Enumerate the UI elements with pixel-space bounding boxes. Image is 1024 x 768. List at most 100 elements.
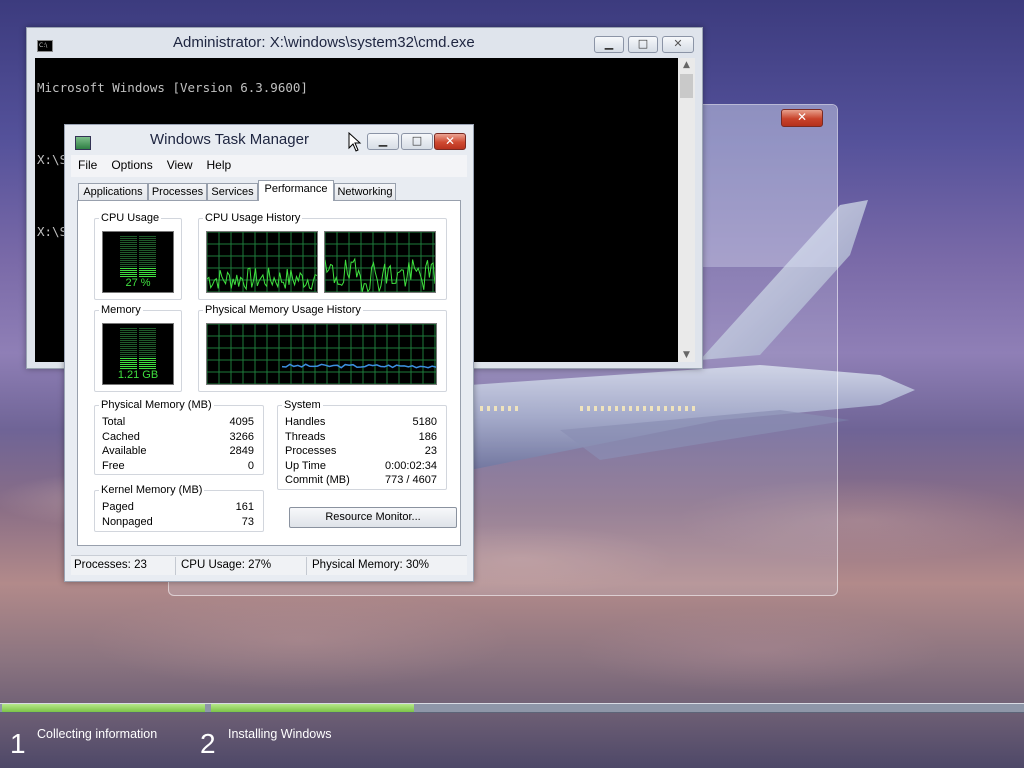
status-divider [306,557,307,575]
stat-value: 73 [241,516,254,528]
cmd-maximize-button[interactable]: □ [628,36,658,53]
step-1-progress-fill [2,704,205,712]
close-icon: ✕ [673,37,683,50]
cpu-history-graph-core-1 [324,231,436,293]
setup-progress: 1 Collecting information 2 Installing Wi… [0,700,1024,768]
close-icon: ✕ [444,134,456,148]
status-divider [175,557,176,575]
step-2-label: Installing Windows [228,727,332,741]
tab-processes[interactable]: Processes [148,183,207,201]
cpu-usage-value: 27 % [125,277,151,289]
cpu-usage-meter: 27 % [102,231,174,293]
kernel-memory-label: Kernel Memory (MB) [99,484,205,496]
menu-options[interactable]: Options [104,155,159,172]
kernel-memory-paged: Paged 161 [102,501,254,515]
system-label: System [282,399,323,411]
tab-networking[interactable]: Networking [334,183,396,201]
physical-memory-label: Physical Memory (MB) [99,399,214,411]
minimize-icon: ▁ [378,134,388,147]
stat-value: 0 [247,460,254,472]
tm-maximize-button[interactable]: □ [401,133,433,150]
console-line: Microsoft Windows [Version 6.3.9600] [37,80,308,95]
step-2-progress-fill [211,704,414,712]
performance-panel: CPU Usage 27 % CPU Usage History Memory … [77,200,461,546]
system-handles: Handles 5180 [285,416,437,430]
memory-group: Memory 1.21 GB [94,304,182,392]
menu-help[interactable]: Help [200,155,239,172]
stat-key: Handles [285,416,326,428]
cmd-scrollbar[interactable]: ▲ ▼ [678,58,695,362]
setup-close-button[interactable]: ✕ [781,109,823,127]
scroll-down-icon[interactable]: ▼ [678,348,695,362]
physical-memory-group: Physical Memory (MB) Total 4095 Cached 326… [94,399,264,475]
stat-value: 161 [235,501,254,513]
cmd-icon: C:\ [37,40,53,52]
physical-memory-free: Free 0 [102,460,254,474]
scroll-up-icon[interactable]: ▲ [678,58,695,72]
step-2-number: 2 [200,728,216,759]
stat-key: Cached [102,431,140,443]
cpu-usage-label: CPU Usage [99,212,162,224]
physical-memory-total: Total 4095 [102,416,254,430]
physical-memory-cached: Cached 3266 [102,431,254,445]
stat-key: Commit (MB) [285,474,350,486]
stat-key: Nonpaged [102,516,153,528]
cpu-history-label: CPU Usage History [203,212,303,224]
task-manager-window: Windows Task Manager ▁ □ ✕ File Options Vi… [64,124,474,582]
kernel-memory-group: Kernel Memory (MB) Paged 161 Nonpaged 73 [94,484,264,532]
cpu-history-graph-core-0 [206,231,318,293]
stat-value: 3266 [229,431,254,443]
tab-applications[interactable]: Applications [78,183,148,201]
stat-key: Available [102,445,147,457]
stat-value: 4095 [229,416,254,428]
kernel-memory-nonpaged: Nonpaged 73 [102,516,254,530]
stat-key: Total [102,416,126,428]
stat-value: 2849 [229,445,254,457]
tm-status-bar: Processes: 23 CPU Usage: 27% Physical Me… [71,555,467,575]
cmd-titlebar[interactable]: C:\ Administrator: X:\windows\system32\c… [27,28,702,58]
tm-title: Windows Task Manager [150,131,309,148]
stat-value: 186 [418,431,437,443]
memory-history-label: Physical Memory Usage History [203,304,363,316]
stat-key: Paged [102,501,134,513]
cmd-minimize-button[interactable]: ▁ [594,36,624,53]
status-processes: Processes: 23 [74,559,147,571]
tab-services[interactable]: Services [207,183,258,201]
step-1-label: Collecting information [37,727,158,741]
tm-titlebar[interactable]: Windows Task Manager ▁ □ ✕ [65,125,473,155]
system-commit: Commit (MB) 773 / 4607 [285,474,437,488]
cmd-close-button[interactable]: ✕ [662,36,694,53]
memory-meter: 1.21 GB [102,323,174,385]
resource-monitor-button[interactable]: Resource Monitor... [289,507,457,528]
physical-memory-available: Available 2849 [102,445,254,459]
memory-history-line [206,323,437,385]
memory-value: 1.21 GB [117,369,159,381]
status-cpu: CPU Usage: 27% [181,559,272,571]
stat-value: 0:00:02:34 [385,460,437,472]
menu-file[interactable]: File [71,155,104,172]
menu-view[interactable]: View [160,155,200,172]
task-manager-icon [75,136,91,150]
system-uptime: Up Time 0:00:02:34 [285,460,437,474]
stat-value: 773 / 4607 [385,474,437,486]
system-processes: Processes 23 [285,445,437,459]
memory-history-graph [206,323,437,385]
cpu-usage-group: CPU Usage 27 % [94,212,182,300]
system-threads: Threads 186 [285,431,437,445]
memory-meter-bars [120,328,156,369]
stat-key: Free [102,460,125,472]
minimize-icon: ▁ [604,37,614,50]
tm-close-button[interactable]: ✕ [434,133,466,150]
cpu-history-line-1 [324,231,436,293]
tm-minimize-button[interactable]: ▁ [367,133,399,150]
tm-menubar: File Options View Help [71,155,467,177]
maximize-icon: □ [411,134,423,147]
cpu-history-group: CPU Usage History [198,212,447,300]
stat-key: Up Time [285,460,326,472]
status-memory: Physical Memory: 30% [312,559,429,571]
cpu-history-line-0 [206,231,318,293]
scroll-thumb[interactable] [680,74,693,98]
stat-key: Processes [285,445,337,457]
mouse-pointer-icon [348,132,362,152]
tab-performance[interactable]: Performance [258,180,334,201]
